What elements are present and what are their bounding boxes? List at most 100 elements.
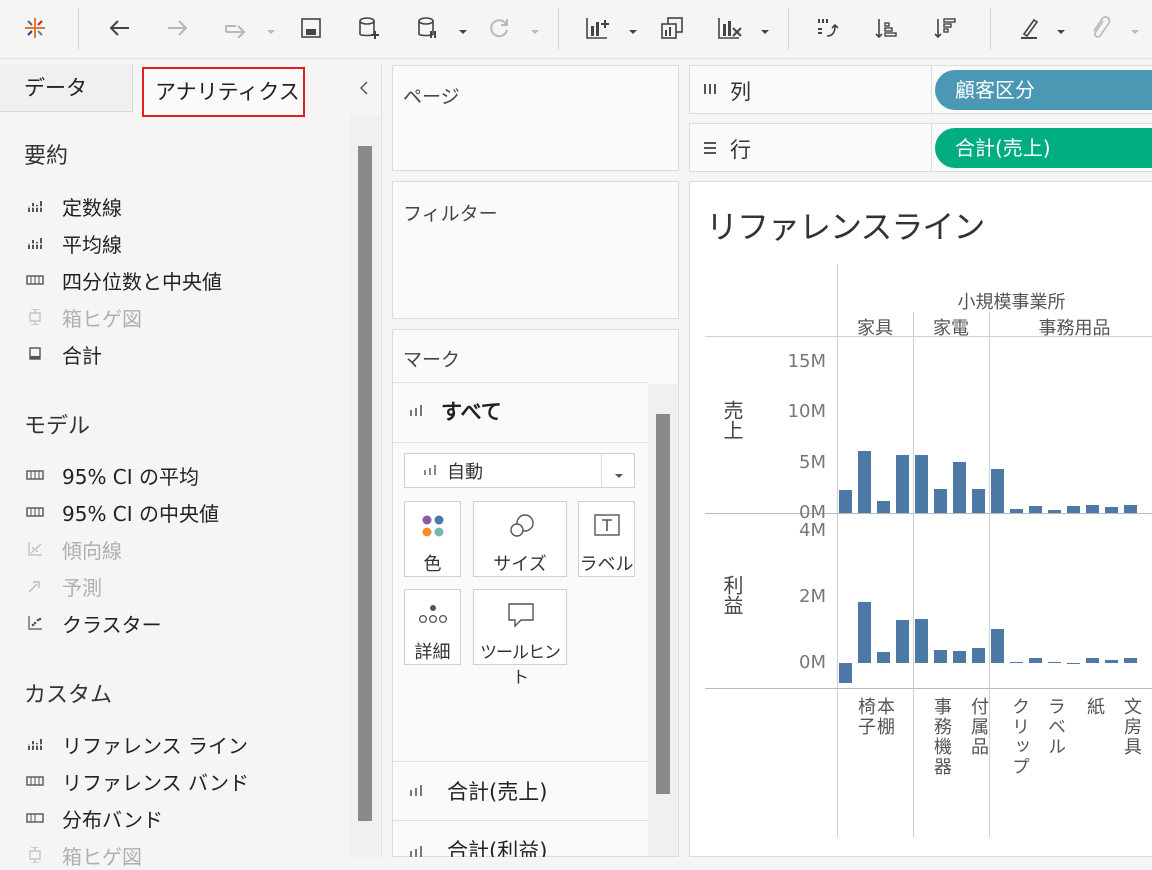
pane-divider [705, 688, 1152, 689]
detail-button[interactable]: 詳細 [404, 589, 461, 665]
bar [991, 468, 1004, 513]
sort-descending-icon[interactable] [930, 12, 960, 44]
swap-axes-icon[interactable] [812, 12, 842, 44]
duplicate-sheet-icon[interactable] [657, 12, 687, 44]
chevron-down-icon[interactable] [1056, 22, 1066, 34]
forward-icon[interactable] [163, 12, 193, 44]
tab-data[interactable]: データ [0, 64, 133, 112]
collapse-pane-icon[interactable] [358, 80, 370, 100]
pages-title: ページ [403, 86, 460, 108]
item-average-line[interactable]: 平均線 [24, 228, 122, 258]
item-totals[interactable]: 合計 [24, 339, 102, 369]
viz-area: リファレンスライン 小規模事業所 家具 家電 事務用品 売上 15M 10M 5M 0M 利益 4M… [689, 181, 1152, 857]
chevron-down-icon[interactable] [628, 22, 638, 34]
item-trend-line[interactable]: 傾向線 [24, 534, 122, 564]
chevron-down-icon[interactable] [266, 22, 276, 34]
bar [915, 454, 928, 513]
color-icon [421, 514, 445, 542]
marks-measure-sales[interactable]: 合計(売上) [409, 776, 547, 806]
bar-chart-icon [409, 782, 425, 801]
columns-pill[interactable]: 顧客区分 [935, 70, 1152, 110]
item-ci-median[interactable]: 95% CI の中央値 [24, 497, 219, 527]
tooltip-icon [507, 602, 535, 632]
item-label: 平均線 [62, 232, 122, 257]
sort-ascending-icon[interactable] [871, 12, 901, 44]
save-icon[interactable] [296, 12, 326, 44]
axis-tick-label: 4M [799, 520, 826, 542]
back-icon[interactable] [104, 12, 134, 44]
chevron-down-icon[interactable] [760, 22, 770, 34]
item-box-plot[interactable]: 箱ヒゲ図 [24, 302, 142, 332]
refresh-icon[interactable] [484, 12, 514, 44]
distribution-band-icon [24, 808, 46, 828]
scrollbar-thumb[interactable] [656, 414, 670, 794]
marks-all-label: すべて [441, 400, 502, 424]
bar [1048, 661, 1061, 664]
scrollbar-thumb[interactable] [358, 146, 372, 821]
bar-chart-icon [423, 461, 437, 480]
average-line-icon [24, 233, 46, 253]
axis-tick-label: 5M [799, 451, 826, 473]
item-reference-band[interactable]: リファレンス バンド [24, 766, 249, 796]
item-cluster[interactable]: クラスター [24, 608, 162, 638]
item-constant-line[interactable]: 定数線 [24, 191, 122, 221]
item-quartile-median[interactable]: 四分位数と中央値 [24, 265, 222, 295]
marks-all-row[interactable]: すべて [409, 396, 502, 426]
color-button[interactable]: 色 [404, 501, 461, 577]
rows-label: 行 [730, 138, 751, 162]
forecast-icon [24, 576, 46, 596]
bar [1067, 663, 1080, 665]
rows-shelf-label: 行 [689, 123, 932, 172]
mark-type-dropdown[interactable]: 自動 [404, 453, 635, 488]
marks-measure-profit[interactable]: 合計(利益) [409, 835, 547, 857]
category-header: 家電 [933, 318, 969, 339]
tooltip-label: ツールヒント [480, 643, 561, 688]
item-reference-line[interactable]: リファレンス ライン [24, 729, 248, 759]
tooltip-button[interactable]: ツールヒント [473, 589, 567, 688]
chevron-down-icon[interactable] [530, 22, 540, 34]
pages-card[interactable]: ページ [392, 65, 679, 171]
category-divider [989, 312, 990, 837]
columns-shelf[interactable]: 顧客区分 [932, 65, 1152, 114]
bar [991, 628, 1004, 664]
group-members-icon[interactable] [1085, 12, 1115, 44]
bar [877, 651, 890, 664]
chevron-down-icon[interactable] [1130, 22, 1140, 34]
pause-update-icon[interactable] [413, 12, 443, 44]
item-label: 箱ヒゲ図 [62, 844, 142, 869]
highlight-icon[interactable] [1015, 12, 1045, 44]
measure-label: 合計(売上) [447, 780, 548, 804]
subcategory-label: 本棚 [874, 697, 895, 737]
axis-tick-label: 10M [787, 401, 826, 423]
item-ci-mean[interactable]: 95% CI の平均 [24, 460, 199, 490]
new-datasource-icon[interactable] [354, 12, 384, 44]
subcategory-label: 文房具 [1121, 697, 1142, 757]
chevron-down-icon[interactable] [458, 22, 468, 34]
rows-pill[interactable]: 合計(売上) [935, 128, 1152, 168]
toolbar-separator [78, 8, 79, 50]
new-worksheet-icon[interactable] [583, 12, 613, 44]
item-distribution-band[interactable]: 分布バンド [24, 803, 163, 833]
item-label: クラスター [62, 612, 162, 637]
clear-sheet-icon[interactable] [715, 12, 745, 44]
subcategory-label: 付属品 [968, 697, 989, 757]
filters-card[interactable]: フィルター [392, 181, 679, 319]
item-label: 分布バンド [62, 807, 163, 832]
rows-shelf[interactable]: 合計(売上) [932, 123, 1152, 172]
bar [877, 500, 890, 513]
subcategory-label: ラベル [1045, 697, 1066, 757]
subcategory-label: 紙 [1084, 697, 1105, 717]
item-forecast[interactable]: 予測 [24, 571, 102, 601]
quartile-icon [24, 270, 46, 290]
size-icon [508, 512, 536, 542]
tab-analytics[interactable]: アナリティクス [142, 67, 305, 117]
label-button[interactable]: ラベル [578, 501, 635, 577]
size-button[interactable]: サイズ [473, 501, 567, 577]
redo-icon[interactable] [221, 12, 251, 44]
marks-title: マーク [403, 349, 461, 371]
item-label: 予測 [62, 575, 102, 600]
item-box-plot-custom[interactable]: 箱ヒゲ図 [24, 840, 142, 870]
tableau-logo-icon[interactable] [20, 12, 50, 44]
toolbar-separator [558, 8, 559, 50]
bar [1048, 509, 1061, 513]
